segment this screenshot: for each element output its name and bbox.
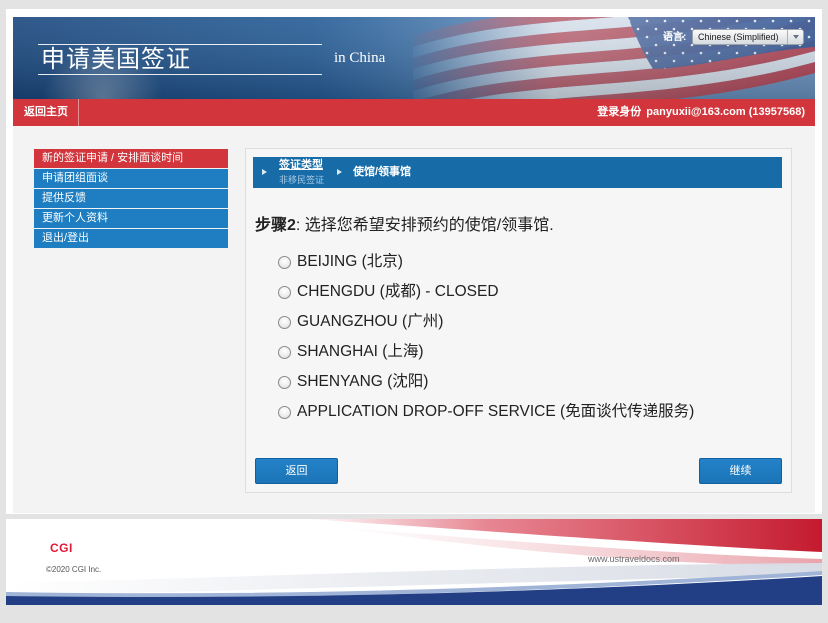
title-rule-bottom	[38, 74, 322, 75]
option-chengdu[interactable]: CHENGDU (成都) - CLOSED	[278, 282, 758, 302]
option-shenyang[interactable]: SHENYANG (沈阳)	[278, 372, 758, 392]
home-link[interactable]: 返回主页	[24, 99, 68, 126]
option-label[interactable]: SHANGHAI (上海)	[297, 342, 424, 362]
option-guangzhou[interactable]: GUANGZHOU (广州)	[278, 312, 758, 332]
language-label: 语言:	[663, 32, 687, 43]
site-footer: CGI ©2020 CGI Inc. www.ustraveldocs.com	[6, 519, 822, 605]
nav-separator	[78, 99, 79, 126]
option-label[interactable]: GUANGZHOU (广州)	[297, 312, 443, 332]
language-select[interactable]: Chinese (Simplified)	[692, 29, 804, 45]
sidebar-item-group-interview[interactable]: 申请团组面谈	[34, 169, 228, 188]
title-rule-top	[38, 44, 322, 45]
breadcrumb-current-step: 使馆/领事馆	[353, 166, 412, 178]
login-user: panyuxii@163.com (13957568)	[646, 106, 805, 118]
login-label: 登录身份	[597, 106, 642, 118]
site-title: 申请美国签证	[41, 46, 191, 73]
radio-button-icon[interactable]	[278, 256, 291, 269]
sidebar-item-update-profile[interactable]: 更新个人资料	[34, 209, 228, 228]
language-select-value: Chinese (Simplified)	[698, 32, 779, 42]
option-beijing[interactable]: BEIJING (北京)	[278, 252, 758, 272]
cgi-logo: CGI	[50, 541, 73, 555]
arrow-right-icon	[262, 169, 267, 175]
option-label[interactable]: SHENYANG (沈阳)	[297, 372, 428, 392]
chevron-down-icon[interactable]	[793, 35, 799, 39]
sidebar-menu: 新的签证申请 / 安排面谈时间 申请团组面谈 提供反馈 更新个人资料 退出/登出	[34, 149, 228, 249]
continue-button[interactable]: 继续	[699, 458, 782, 484]
option-shanghai[interactable]: SHANGHAI (上海)	[278, 342, 758, 362]
breadcrumb: 签证类型 非移民签证 使馆/领事馆	[253, 157, 782, 188]
top-nav-bar: 返回主页 登录身份 panyuxii@163.com (13957568)	[13, 99, 815, 126]
option-drop-off-service[interactable]: APPLICATION DROP-OFF SERVICE (免面谈代传递服务)	[278, 402, 758, 422]
breadcrumb-visa-type-value: 非移民签证	[279, 175, 325, 185]
radio-button-icon[interactable]	[278, 406, 291, 419]
footer-wave-graphic	[6, 519, 822, 605]
option-label[interactable]: APPLICATION DROP-OFF SERVICE (免面谈代传递服务)	[297, 402, 694, 422]
sidebar-item-logout[interactable]: 退出/登出	[34, 229, 228, 248]
radio-button-icon[interactable]	[278, 376, 291, 389]
sidebar-item-new-application[interactable]: 新的签证申请 / 安排面谈时间	[34, 149, 228, 168]
site-header: 申请美国签证 in China 语言: Chinese (Simplified)	[13, 17, 815, 99]
post-options-list: BEIJING (北京) CHENGDU (成都) - CLOSED GUANG…	[278, 252, 758, 432]
back-button[interactable]: 返回	[255, 458, 338, 484]
radio-button-icon[interactable]	[278, 346, 291, 359]
site-subtitle: in China	[334, 50, 386, 66]
copyright-text: ©2020 CGI Inc.	[46, 565, 102, 574]
arrow-right-icon	[337, 169, 342, 175]
language-select-divider	[787, 30, 788, 44]
site-url: www.ustraveldocs.com	[588, 554, 680, 564]
radio-button-icon[interactable]	[278, 286, 291, 299]
step-number: 步骤2	[255, 217, 296, 234]
radio-button-icon[interactable]	[278, 316, 291, 329]
step-instruction: 步骤2: 选择您希望安排预约的使馆/领事馆.	[255, 216, 554, 236]
step-text: : 选择您希望安排预约的使馆/领事馆.	[295, 217, 554, 234]
login-info: 登录身份 panyuxii@163.com (13957568)	[597, 99, 805, 126]
breadcrumb-visa-type-link[interactable]: 签证类型	[279, 159, 323, 172]
sidebar-item-feedback[interactable]: 提供反馈	[34, 189, 228, 208]
option-label[interactable]: BEIJING (北京)	[297, 252, 403, 272]
option-label[interactable]: CHENGDU (成都) - CLOSED	[297, 282, 499, 302]
